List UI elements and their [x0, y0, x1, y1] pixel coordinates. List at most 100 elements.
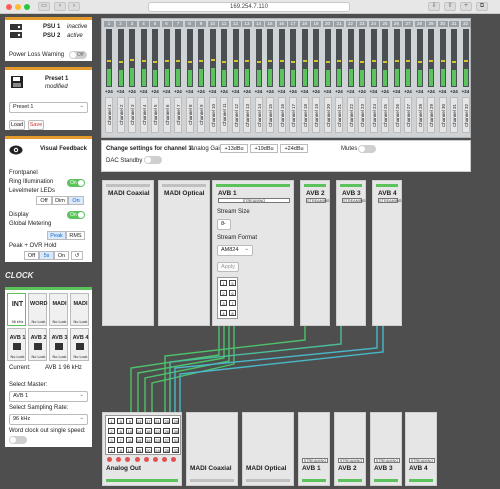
input-port-2[interactable]: 2 — [220, 290, 227, 296]
clip-led — [153, 457, 158, 462]
apply-button[interactable]: Apply — [217, 262, 239, 272]
output-port-28[interactable]: 28 — [163, 446, 171, 453]
clip-led — [162, 457, 168, 462]
dest-title: AVB 2 — [338, 465, 357, 472]
output-port-7[interactable]: 7 — [117, 437, 125, 443]
input-port-6[interactable]: 6 — [229, 290, 236, 296]
output-port-2[interactable]: 2 — [108, 427, 115, 434]
input-port-8[interactable]: 8 — [229, 310, 236, 316]
output-port-30[interactable]: 30 — [172, 427, 180, 434]
stream-size-input[interactable]: 8 — [217, 219, 231, 230]
streaming-badge: STREAMING — [409, 458, 435, 463]
input-port-1[interactable]: 1 — [220, 280, 227, 286]
route-cable-6[interactable] — [169, 322, 342, 412]
clip-led — [107, 457, 112, 462]
output-port-24[interactable]: 24 — [154, 446, 161, 453]
avb1-port-grid: 15263748 — [217, 277, 238, 319]
dest-card-2: MADI Optical — [242, 412, 294, 486]
output-port-16[interactable]: 16 — [135, 446, 143, 453]
status-bar — [302, 479, 326, 482]
output-port-15[interactable]: 15 — [135, 437, 143, 443]
input-port-3[interactable]: 3 — [220, 300, 227, 306]
streaming-badge: STREAMING — [374, 458, 400, 463]
route-cable-7[interactable] — [174, 322, 378, 412]
clip-led — [171, 457, 177, 462]
clip-led — [116, 457, 122, 462]
output-port-29[interactable]: 29 — [172, 418, 180, 424]
dest-card-6: AVB 4 STREAMING — [405, 412, 437, 486]
output-port-14[interactable]: 14 — [135, 427, 143, 434]
output-port-27[interactable]: 27 — [163, 437, 171, 443]
output-port-18[interactable]: 18 — [144, 427, 152, 434]
output-port-31[interactable]: 31 — [172, 437, 180, 443]
dest-title: AVB 4 — [409, 465, 428, 472]
output-port-11[interactable]: 11 — [126, 437, 134, 443]
dest-title: AVB 3 — [374, 465, 393, 472]
dest-card-1: MADI Coaxial — [186, 412, 238, 486]
source-title: AVB 4 — [378, 190, 397, 197]
source-title: AVB 3 — [342, 190, 361, 197]
output-port-32[interactable]: 32 — [172, 446, 180, 453]
output-port-17[interactable]: 17 — [144, 418, 152, 424]
status-bar — [106, 479, 178, 482]
stream-format-label: Stream Format — [217, 235, 258, 241]
status-bar — [374, 479, 398, 482]
output-port-4[interactable]: 4 — [108, 446, 115, 453]
output-port-13[interactable]: 13 — [135, 418, 143, 424]
dest-title: MADI Coaxial — [190, 465, 232, 472]
output-port-21[interactable]: 21 — [154, 418, 161, 424]
input-port-5[interactable]: 5 — [229, 280, 236, 286]
source-card-3: AVB 1STREAMING Stream Size 8 Stream Format A… — [212, 180, 294, 326]
output-port-10[interactable]: 10 — [126, 427, 134, 434]
output-port-5[interactable]: 5 — [117, 418, 125, 424]
source-title: MADI Coaxial — [108, 190, 150, 197]
output-port-23[interactable]: 23 — [154, 437, 161, 443]
status-bar — [340, 184, 362, 187]
dest-card-3: AVB 1 STREAMING — [298, 412, 330, 486]
input-port-7[interactable]: 7 — [229, 300, 236, 306]
input-port-4[interactable]: 4 — [220, 310, 227, 316]
source-title: AVB 1 — [218, 190, 237, 197]
source-title: MADI Optical — [164, 190, 205, 197]
source-card-5: AVB 3 STREAMING — [336, 180, 366, 326]
streaming-badge: STREAMING — [302, 458, 328, 463]
output-port-25[interactable]: 25 — [163, 418, 171, 424]
clip-led — [143, 457, 149, 462]
route-cable-2[interactable] — [137, 320, 225, 412]
output-port-9[interactable]: 9 — [126, 418, 134, 424]
status-bar — [246, 479, 290, 482]
status-bar — [190, 479, 234, 482]
route-cable-3[interactable] — [144, 320, 230, 412]
status-bar — [409, 479, 433, 482]
output-port-22[interactable]: 22 — [154, 427, 161, 434]
output-port-6[interactable]: 6 — [117, 427, 125, 434]
status-bar — [338, 479, 362, 482]
output-port-19[interactable]: 19 — [144, 437, 152, 443]
clip-led — [125, 457, 131, 462]
stream-format-select[interactable]: AM824 — [217, 245, 253, 256]
output-port-8[interactable]: 8 — [117, 446, 125, 453]
dest-title: MADI Optical — [246, 465, 287, 472]
status-bar — [304, 184, 326, 187]
streaming-badge: STREAMING — [338, 458, 364, 463]
source-card-6: AVB 4 STREAMING — [372, 180, 402, 326]
streaming-badge: STREAMING — [306, 198, 330, 203]
output-port-26[interactable]: 26 — [163, 427, 171, 434]
analog-out-card: 1 5 9 13 17 21 25 29 2 6 10 14 18 22 26 30 3 7 11 15 19 23 27 3… — [102, 412, 182, 486]
status-bar — [106, 184, 150, 187]
source-card-1: MADI Coaxial — [102, 180, 154, 326]
streaming-badge: STREAMING — [378, 198, 402, 203]
analog-out-title: Analog Out — [106, 465, 142, 472]
route-cable-8[interactable] — [179, 322, 384, 412]
output-port-1[interactable]: 1 — [108, 418, 115, 424]
output-port-3[interactable]: 3 — [108, 437, 115, 443]
analog-port-grid: 1 5 9 13 17 21 25 29 2 6 10 14 18 22 26 30 3 7 11 15 19 23 27 3… — [105, 415, 181, 455]
output-port-20[interactable]: 20 — [144, 446, 152, 453]
streaming-badge: STREAMING — [218, 198, 290, 203]
status-bar — [162, 184, 206, 187]
streaming-badge: STREAMING — [342, 198, 366, 203]
stream-size-label: Stream Size — [217, 209, 250, 215]
output-port-12[interactable]: 12 — [126, 446, 134, 453]
dest-title: AVB 1 — [302, 465, 321, 472]
source-card-2: MADI Optical — [158, 180, 210, 326]
